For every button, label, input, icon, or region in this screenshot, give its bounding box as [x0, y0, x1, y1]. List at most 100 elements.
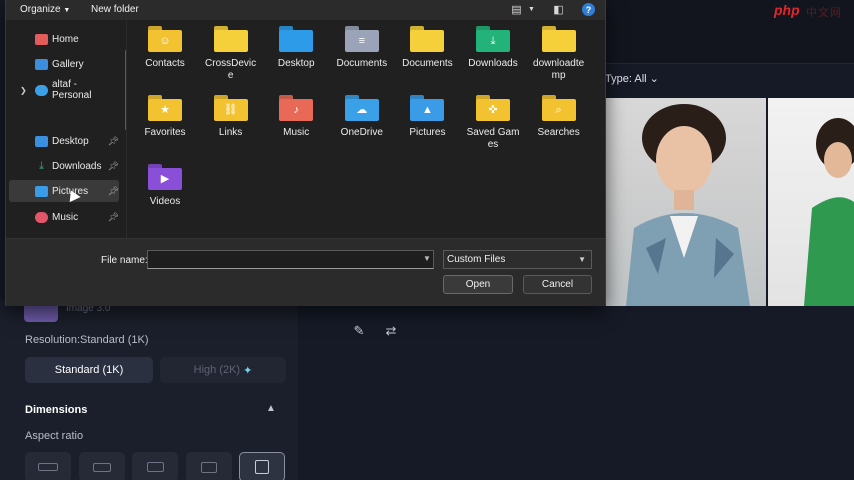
aspect-ratio-label: Aspect ratio [25, 430, 84, 442]
file-item-label: OneDrive [340, 127, 383, 138]
help-icon[interactable]: ? [582, 3, 595, 16]
file-item[interactable]: ★ Favorites [132, 95, 198, 139]
generated-image-2[interactable] [768, 98, 854, 306]
php-logo-mark: php [774, 2, 800, 18]
file-item[interactable]: CrossDevice [198, 26, 264, 82]
nav-item-label: Music [52, 211, 79, 223]
php-watermark-logo: php 中文网 [772, 0, 854, 22]
pin-icon: 📌︎ [107, 185, 119, 196]
nav-item-label: Home [52, 33, 79, 45]
nav-item-music[interactable]: Music 📌︎ [9, 206, 119, 228]
file-name-label: File name: [101, 255, 148, 266]
file-open-dialog: Organize ▼ New folder ▤ ▼ ◧ ? Home Galle… [5, 0, 606, 306]
file-item[interactable]: ⌕ Searches [526, 95, 592, 139]
caret-down-icon[interactable]: ▼ [525, 3, 538, 15]
expand-arrow-icon[interactable]: ❯ [20, 86, 27, 95]
file-item[interactable]: ▲ Pictures [394, 95, 460, 139]
type-filter[interactable]: Type: All ⌄ [605, 72, 659, 85]
caret-down-icon: ▼ [63, 7, 71, 14]
file-item[interactable]: downloadtemp [526, 26, 592, 82]
nav-item-downloads[interactable]: ⤓ Downloads 📌︎ [9, 155, 119, 177]
folder-icon [541, 26, 576, 52]
file-item-label: Saved Games [466, 127, 520, 150]
pictures-folder-icon: ▲ [410, 95, 445, 121]
file-item[interactable]: ⛓ Links [198, 95, 264, 139]
file-item[interactable]: ≡ Documents [329, 26, 395, 70]
file-item-label: Desktop [277, 58, 315, 69]
navigation-pane[interactable]: Home Gallery ❯ altaf - Personal Desktop … [6, 20, 127, 238]
nav-item-label: Desktop [52, 135, 89, 147]
desktop-folder-icon [279, 26, 314, 52]
folder-icon [410, 26, 445, 52]
file-name-history-dropdown-icon[interactable]: ▼ [423, 254, 431, 263]
file-item[interactable]: ⤓ Downloads [460, 26, 526, 70]
file-item[interactable]: ▶ Videos [132, 164, 198, 208]
edit-icon[interactable]: ✎ [348, 320, 370, 342]
file-item[interactable]: Documents [394, 26, 460, 70]
nav-item-label: Downloads [52, 160, 102, 172]
pin-icon: 📌︎ [107, 211, 119, 222]
nav-item-pictures[interactable]: Pictures 📌︎ [9, 180, 119, 202]
file-item-label: Videos [149, 196, 181, 207]
file-type-filter-select[interactable]: Custom Files ▼ [443, 250, 592, 269]
file-item-label: Downloads [468, 58, 518, 69]
generated-image-1[interactable] [606, 98, 766, 306]
aspect-option-square[interactable] [239, 452, 285, 480]
aspect-option-3[interactable] [132, 452, 178, 480]
file-item[interactable]: Desktop [263, 26, 329, 70]
pin-icon: 📌︎ [107, 160, 119, 171]
organize-label: Organize [20, 4, 61, 15]
dimensions-title: Dimensions [25, 404, 88, 416]
download-icon: ⤓ [39, 159, 44, 172]
pictures-icon [35, 185, 48, 197]
file-item[interactable]: ♪ Music [263, 95, 329, 139]
nav-item-onedrive-personal[interactable]: ❯ altaf - Personal [9, 79, 119, 101]
file-item[interactable]: ✜ Saved Games [460, 95, 526, 151]
aspect-option-1[interactable] [25, 452, 71, 480]
regenerate-icon[interactable]: ⇄ [380, 320, 402, 342]
preview-pane-icon[interactable]: ◧ [552, 3, 565, 16]
contacts-folder-icon: ☺ [148, 26, 182, 52]
resolution-high-button[interactable]: High (2K) ✦ [160, 357, 286, 383]
chevron-down-icon: ▼ [578, 255, 586, 264]
organize-menu[interactable]: Organize ▼ [20, 4, 70, 15]
file-item-label: Contacts [145, 58, 185, 69]
view-options-icon[interactable]: ▤ [510, 3, 523, 16]
file-item-label: Music [283, 127, 310, 138]
music-icon [35, 211, 48, 223]
pin-icon: 📌︎ [107, 135, 119, 146]
aspect-option-2[interactable] [79, 452, 125, 480]
nav-scrollbar[interactable] [125, 50, 126, 130]
open-button[interactable]: Open [443, 275, 513, 294]
favorites-folder-icon: ★ [148, 95, 182, 121]
folder-icon [213, 26, 248, 52]
file-item-label: Pictures [409, 127, 446, 138]
aspect-option-4[interactable] [186, 452, 232, 480]
documents-folder-icon: ≡ [344, 26, 379, 52]
file-item-label: downloadtemp [533, 58, 585, 81]
nav-item-desktop[interactable]: Desktop 📌︎ [9, 130, 119, 152]
file-item-label: Links [218, 127, 243, 138]
file-list[interactable]: ☺ Contacts CrossDevice Desktop ≡ Documents Doc… [132, 26, 602, 236]
home-icon [35, 33, 48, 45]
file-item[interactable]: ☁ OneDrive [329, 95, 395, 139]
file-item[interactable]: ☺ Contacts [132, 26, 198, 70]
nav-item-home[interactable]: Home [9, 28, 119, 50]
onedrive-icon [35, 84, 48, 96]
cancel-button[interactable]: Cancel [523, 275, 592, 294]
nav-item-gallery[interactable]: Gallery [9, 53, 119, 75]
searches-folder-icon: ⌕ [541, 95, 576, 121]
resolution-high-label: High (2K) [193, 364, 241, 376]
file-item-label: Favorites [144, 127, 186, 138]
saved-games-folder-icon: ✜ [476, 95, 510, 121]
nav-item-label: altaf - Personal [52, 79, 92, 101]
dialog-toolbar: Organize ▼ New folder ▤ ▼ ◧ ? [6, 0, 605, 20]
downloads-folder-icon: ⤓ [476, 26, 510, 52]
file-name-input[interactable] [147, 250, 434, 269]
chevron-up-icon[interactable]: ▲ [266, 403, 276, 414]
file-item-label: CrossDevice [205, 58, 257, 81]
gallery-icon [35, 58, 48, 70]
music-folder-icon: ♪ [279, 95, 314, 121]
new-folder-button[interactable]: New folder [91, 4, 139, 15]
resolution-standard-button[interactable]: Standard (1K) [25, 357, 153, 383]
